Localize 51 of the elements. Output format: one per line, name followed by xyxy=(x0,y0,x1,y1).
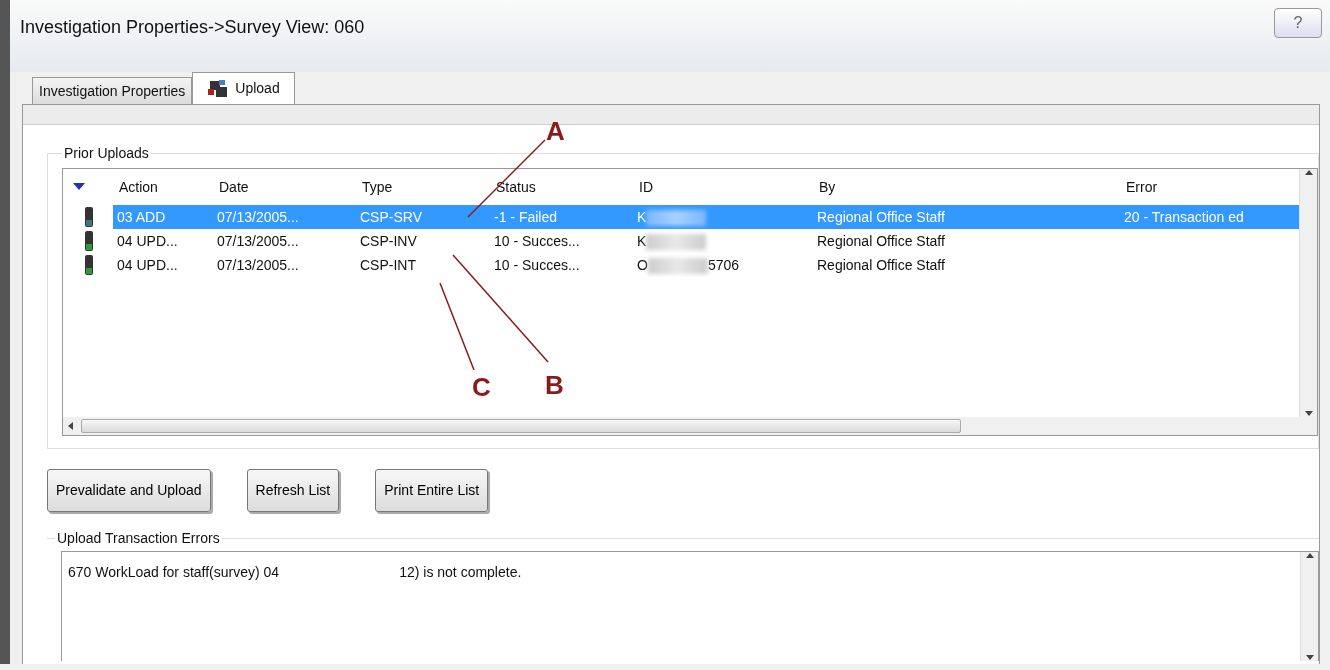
redacted-area xyxy=(646,210,707,227)
column-header[interactable]: Action xyxy=(113,176,213,198)
table-cell-text: 07/13/2005... xyxy=(216,232,300,251)
help-button[interactable]: ? xyxy=(1274,8,1322,38)
scroll-left-icon[interactable] xyxy=(67,422,75,430)
error-text: 670 WorkLoad for staff(survey) 04 xyxy=(68,563,280,582)
annotation-label: C xyxy=(472,371,491,404)
table-cell-text: CSP-INV xyxy=(359,232,418,251)
status-light-icon xyxy=(85,255,93,275)
table-cell-text: 10 - Succes... xyxy=(493,256,581,275)
column-header[interactable]: By xyxy=(813,176,1120,198)
column-header[interactable]: Error xyxy=(1120,176,1299,198)
id-cell: K xyxy=(633,229,813,253)
sort-icon[interactable] xyxy=(73,183,85,191)
column-header[interactable]: Type xyxy=(356,176,490,198)
table-cell: Regional Office Staff xyxy=(813,205,1120,229)
table-cell-text: 07/13/2005... xyxy=(216,256,300,275)
vertical-scrollbar[interactable] xyxy=(1299,169,1317,417)
table-cell-text: Regional Office Staff xyxy=(816,232,946,251)
table-cell-text: CSP-INT xyxy=(359,256,417,275)
tab[interactable]: Investigation Properties xyxy=(32,77,193,104)
redacted-area xyxy=(647,258,708,275)
scroll-up-icon[interactable] xyxy=(1304,169,1313,177)
table-cell-text: 04 UPD... xyxy=(116,232,179,251)
redacted-area xyxy=(646,234,707,251)
scroll-down-icon[interactable] xyxy=(1305,653,1314,661)
action-button[interactable]: Print Entire List xyxy=(375,469,489,512)
column-header[interactable]: Status xyxy=(490,176,633,198)
status-light-icon xyxy=(85,231,93,251)
error-text: 12) is not complete. xyxy=(399,563,522,582)
table-cell: CSP-SRV xyxy=(356,205,490,229)
scroll-up-icon[interactable] xyxy=(1305,552,1314,560)
tab[interactable]: Upload xyxy=(192,72,295,104)
annotation-label: B xyxy=(545,369,564,402)
status-light-icon xyxy=(85,207,93,227)
table-cell: -1 - Failed xyxy=(490,205,633,229)
column-header[interactable]: Date xyxy=(213,176,356,198)
action-button[interactable]: Prevalidate and Upload xyxy=(47,469,211,512)
table-cell-text: 10 - Succes... xyxy=(493,232,581,251)
id-cell-text: O 5706 xyxy=(636,256,741,277)
table-cell-text: Regional Office Staff xyxy=(816,256,946,275)
table-cell: 20 - Transaction ed xyxy=(1120,205,1299,229)
window-title: Investigation Properties->Survey View: 060 xyxy=(20,16,365,39)
action-button[interactable]: Refresh List xyxy=(246,469,340,512)
id-cell: K xyxy=(633,205,813,229)
table-cell-text: 04 UPD... xyxy=(116,256,179,275)
annotation-label: A xyxy=(546,115,565,148)
table-cell: 03 ADD xyxy=(113,205,213,229)
table-cell: 07/13/2005... xyxy=(213,205,356,229)
vertical-scrollbar[interactable] xyxy=(1300,552,1318,661)
column-header[interactable]: ID xyxy=(633,176,813,198)
